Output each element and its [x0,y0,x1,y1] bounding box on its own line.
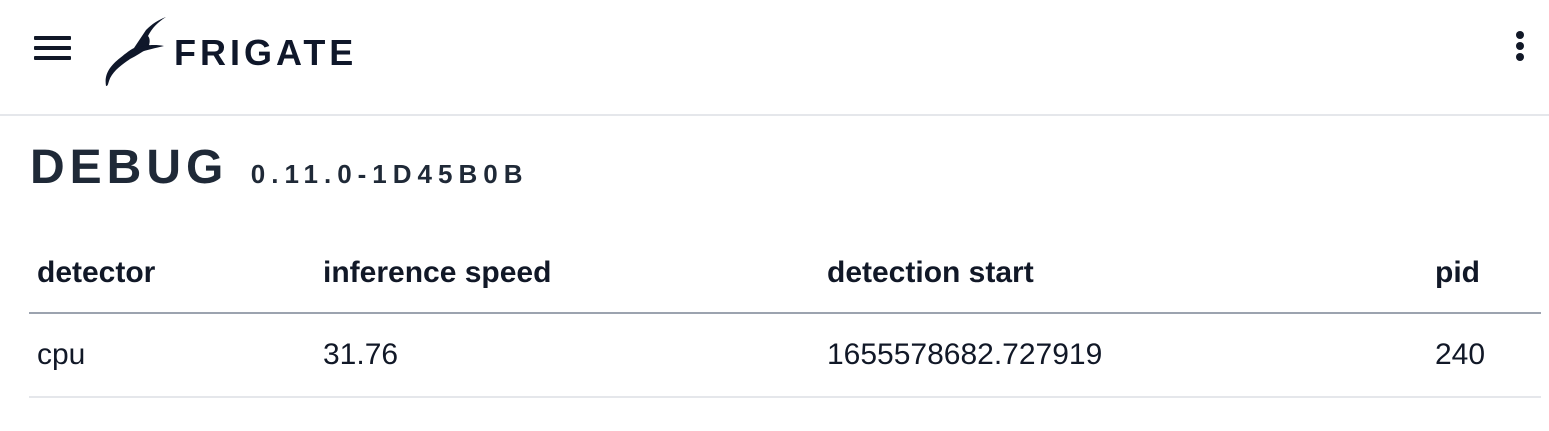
detector-stats-table: detector inference speed detection start… [29,232,1541,398]
page-heading: DEBUG 0.11.0-1D45B0B [30,140,528,196]
column-header-detection-start: detection start [819,232,1427,314]
table-row: cpu 31.76 1655578682.727919 240 [29,313,1541,398]
cell-detection-start: 1655578682.727919 [819,313,1427,398]
version-label: 0.11.0-1D45B0B [250,159,529,189]
dot [1516,42,1524,50]
column-header-detector: detector [29,232,315,314]
app-brand-name[interactable]: FRIGATE [174,31,357,75]
dot [1516,53,1524,61]
app-header: FRIGATE [0,0,1549,116]
dot [1516,31,1524,39]
table-header-row: detector inference speed detection start… [29,232,1541,314]
menu-line [34,56,71,60]
cell-detector: cpu [29,313,315,398]
cell-inference-speed: 31.76 [315,313,819,398]
hamburger-menu-icon[interactable] [34,34,72,62]
more-vertical-icon[interactable] [1508,28,1532,64]
menu-line [34,46,71,50]
frigate-bird-logo[interactable] [100,14,170,90]
column-header-inference-speed: inference speed [315,232,819,314]
column-header-pid: pid [1427,232,1541,314]
menu-line [34,36,71,40]
cell-pid: 240 [1427,313,1541,398]
page-title: DEBUG [30,141,229,194]
